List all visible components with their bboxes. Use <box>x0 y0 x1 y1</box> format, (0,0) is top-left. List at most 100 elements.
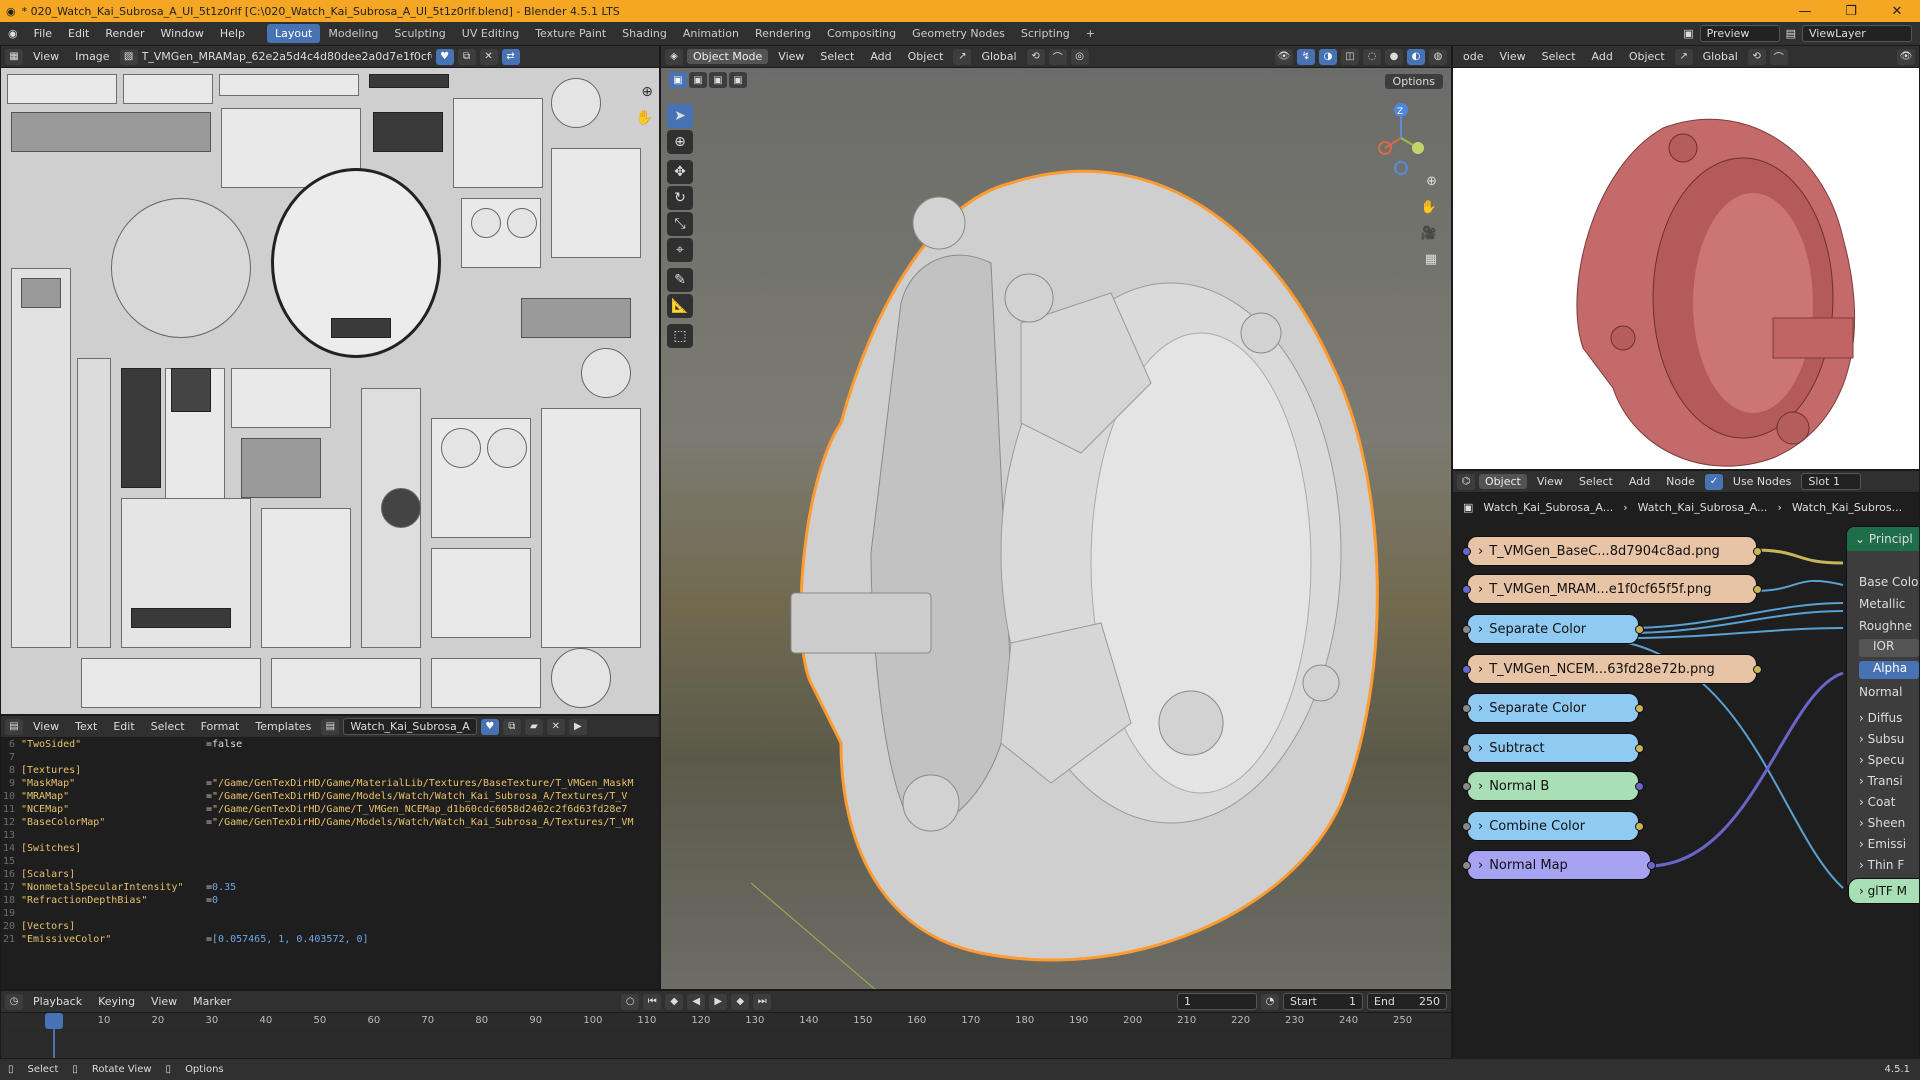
input-socket[interactable] <box>1462 782 1471 791</box>
principled-panel[interactable]: › Specu <box>1859 753 1904 767</box>
expand-chevron-icon[interactable]: › <box>1478 741 1483 756</box>
jump-end-icon[interactable]: ⏭ <box>753 993 772 1010</box>
text-line[interactable]: 9 "MaskMap" = "/Game/GenTexDirHD/Game/Mate… <box>1 777 659 790</box>
measure-tool-icon[interactable]: 📐 <box>667 294 693 318</box>
overlay-icon[interactable]: ◑ <box>1319 48 1337 65</box>
menu-keying[interactable]: Keying <box>92 995 141 1008</box>
select-new-icon[interactable]: ▣ <box>669 72 687 88</box>
zoom-icon[interactable]: ⊕ <box>641 84 653 100</box>
menu-text[interactable]: Text <box>69 720 103 733</box>
visibility-icon[interactable]: 👁 <box>1275 48 1293 65</box>
node-canvas[interactable]: ▣ Watch_Kai_Subrosa_A... › Watch_Kai_Sub… <box>1453 493 1919 1059</box>
open-text-icon[interactable]: ▰ <box>524 718 543 735</box>
wireframe-shading-icon[interactable]: ◌ <box>1363 48 1381 65</box>
output-socket[interactable] <box>1635 704 1644 713</box>
expand-chevron-icon[interactable]: › <box>1859 884 1868 898</box>
scene-selector[interactable]: Preview <box>1699 25 1780 42</box>
principled-panel[interactable]: › Sheen <box>1859 816 1905 830</box>
select-tool-icon[interactable]: ➤ <box>667 104 693 128</box>
output-socket[interactable] <box>1753 585 1762 594</box>
text-line[interactable]: 18 "RefractionDepthBias" = 0 <box>1 894 659 907</box>
input-socket[interactable] <box>1462 822 1471 831</box>
current-frame-field[interactable]: 1 <box>1177 993 1257 1010</box>
menu-marker[interactable]: Marker <box>187 995 237 1008</box>
basecolor-node[interactable]: › T_VMGen_BaseC...8d7904c8ad.png <box>1462 536 1762 566</box>
tab-animation[interactable]: Animation <box>675 24 747 43</box>
jump-keyframe-back-icon[interactable]: ◆ <box>665 993 684 1010</box>
tab-uv-editing[interactable]: UV Editing <box>454 24 527 43</box>
uv-sync-icon[interactable]: ⇄ <box>501 48 520 65</box>
menu-view[interactable]: View <box>772 50 810 63</box>
expand-chevron-icon[interactable]: › <box>1859 774 1868 788</box>
expand-chevron-icon[interactable]: › <box>1859 711 1868 725</box>
pivot-icon[interactable]: ⟲ <box>1026 48 1045 65</box>
menu-select[interactable]: Select <box>814 50 860 63</box>
tab-texture-paint[interactable]: Texture Paint <box>527 24 614 43</box>
normal-b-node[interactable]: › Normal B <box>1462 771 1644 801</box>
visibility-icon[interactable]: 👁 <box>1897 48 1915 65</box>
menu-render[interactable]: Render <box>97 27 152 40</box>
text-line[interactable]: 13 <box>1 829 659 842</box>
select-invert-icon[interactable]: ▣ <box>729 72 747 88</box>
output-socket[interactable] <box>1753 665 1762 674</box>
rendered-shading-icon[interactable]: ◍ <box>1429 48 1447 65</box>
object-type-dropdown[interactable]: Object <box>1479 474 1527 489</box>
menu-view[interactable]: View <box>1493 50 1531 63</box>
menu-node[interactable]: Node <box>1660 475 1701 488</box>
image-name-field[interactable]: T_VMGen_MRAMap_62e2a5d4c4d80dee2a0d7e1f0… <box>142 50 432 63</box>
expand-chevron-icon[interactable]: › <box>1859 837 1868 851</box>
stopwatch-icon[interactable]: ◔ <box>1261 993 1279 1010</box>
menu-object[interactable]: Object <box>1623 50 1671 63</box>
proportional-edit-icon[interactable]: ◎ <box>1070 48 1089 65</box>
preview-viewport[interactable]: ode View Select Add Object ↗ Global ⟲ ⌒ … <box>1452 45 1920 470</box>
select-extend-icon[interactable]: ▣ <box>689 72 707 88</box>
orientation-dropdown[interactable]: Global <box>975 50 1022 63</box>
principled-bsdf-node[interactable]: ⌄ Principl Base Colo Metallic Roughne IO… <box>1846 526 1919 891</box>
snap-icon[interactable]: ⌒ <box>1769 48 1788 65</box>
expand-chevron-icon[interactable]: › <box>1478 662 1483 677</box>
menu-window[interactable]: Window <box>153 27 212 40</box>
expand-chevron-icon[interactable]: › <box>1478 701 1483 716</box>
editor-mode-label[interactable]: ode <box>1457 50 1489 63</box>
input-ior[interactable]: IOR <box>1859 639 1919 657</box>
principled-panel[interactable]: › Emissi <box>1859 837 1906 851</box>
new-image-icon[interactable]: ⧉ <box>457 48 476 65</box>
menu-edit[interactable]: Edit <box>60 27 97 40</box>
principled-panel[interactable]: › Thin F <box>1859 858 1904 872</box>
unlink-icon[interactable]: ✕ <box>479 48 498 65</box>
maximize-button[interactable]: ❐ <box>1828 4 1874 19</box>
render-preview-canvas[interactable] <box>1453 68 1919 469</box>
tab-layout[interactable]: Layout <box>266 24 321 43</box>
input-socket[interactable] <box>1462 547 1471 556</box>
image-browse-icon[interactable]: ▧ <box>119 48 138 65</box>
watch-model[interactable] <box>751 123 1441 990</box>
text-line[interactable]: 19 <box>1 907 659 920</box>
editor-type-icon[interactable]: ◷ <box>5 993 23 1010</box>
rotate-tool-icon[interactable]: ↻ <box>667 186 693 210</box>
text-line[interactable]: 11 "NCEMap" = "/Game/GenTexDirHD/Game/T_VM… <box>1 803 659 816</box>
input-base-color[interactable]: Base Colo <box>1859 575 1918 589</box>
input-socket[interactable] <box>1462 861 1471 870</box>
menu-edit[interactable]: Edit <box>107 720 140 733</box>
expand-chevron-icon[interactable]: › <box>1478 858 1483 873</box>
annotate-tool-icon[interactable]: ✎ <box>667 268 693 292</box>
output-socket[interactable] <box>1647 861 1656 870</box>
blender-menu-icon[interactable]: ◉ <box>0 27 26 40</box>
play-icon[interactable]: ▶ <box>709 993 728 1010</box>
text-line[interactable]: 17 "NonmetalSpecularIntensity" = 0.35 <box>1 881 659 894</box>
timeline-track[interactable] <box>1 1029 1451 1058</box>
menu-view[interactable]: View <box>27 50 65 63</box>
text-name-field[interactable]: Watch_Kai_Subrosa_A <box>343 718 477 735</box>
expand-chevron-icon[interactable]: › <box>1859 858 1868 872</box>
slot-dropdown[interactable]: Slot 1 <box>1801 473 1862 490</box>
menu-file[interactable]: File <box>26 27 60 40</box>
use-nodes-checkbox[interactable]: ✓ <box>1704 473 1723 490</box>
run-script-icon[interactable]: ▶ <box>568 718 587 735</box>
xray-icon[interactable]: ◫ <box>1341 48 1359 65</box>
input-roughness[interactable]: Roughne <box>1859 619 1912 633</box>
text-line[interactable]: 15 <box>1 855 659 868</box>
text-line[interactable]: 8 [Textures] <box>1 764 659 777</box>
menu-view[interactable]: View <box>1531 475 1569 488</box>
output-socket[interactable] <box>1635 625 1644 634</box>
text-line[interactable]: 16 [Scalars] <box>1 868 659 881</box>
